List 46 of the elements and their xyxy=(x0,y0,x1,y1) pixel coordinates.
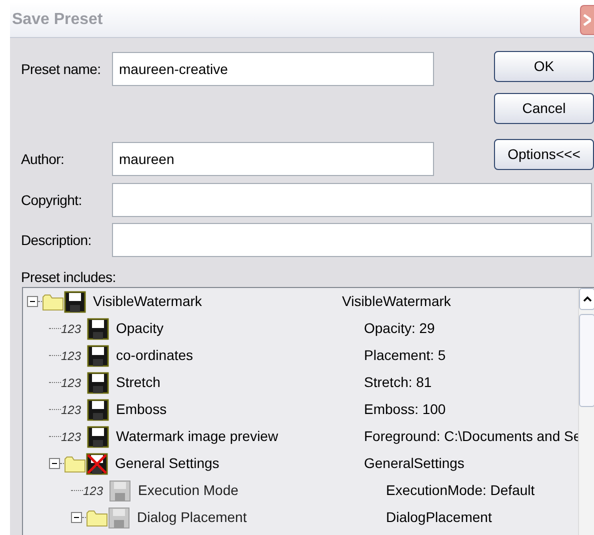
crossed-disk-icon[interactable] xyxy=(86,452,108,474)
scroll-up-button[interactable] xyxy=(579,288,594,310)
dialog-button[interactable]: Options<<< xyxy=(494,139,594,170)
input-field[interactable]: maureen xyxy=(112,142,434,176)
dialog-button[interactable]: Cancel xyxy=(494,93,594,124)
close-icon xyxy=(581,12,591,26)
close-button[interactable] xyxy=(580,4,594,34)
tree-item-value: Stretch: 81 xyxy=(364,373,432,392)
tree-item-value: Opacity: 29 xyxy=(364,319,435,338)
tree-item-value: DialogPlacement xyxy=(386,508,492,527)
tree-item-value: VisibleWatermark xyxy=(342,292,451,311)
tree-item-value: ExecutionMode: Default xyxy=(386,481,535,500)
tree-label: Preset includes: xyxy=(21,269,116,285)
field-label: Copyright: xyxy=(20,190,83,210)
input-field[interactable] xyxy=(112,183,592,217)
type-label: 123 xyxy=(61,374,82,392)
input-field[interactable]: maureen-creative xyxy=(112,52,434,86)
caret-up-icon xyxy=(582,296,592,302)
type-label: 123 xyxy=(83,482,104,500)
tree-item-name[interactable]: co-ordinates xyxy=(116,345,194,366)
tree-item-value: GeneralSettings xyxy=(364,454,464,473)
tree-item-value: Placement: 5 xyxy=(364,346,446,365)
collapse-icon[interactable] xyxy=(27,296,38,307)
scroll-thumb[interactable] xyxy=(579,314,594,407)
window-title: Save Preset xyxy=(11,10,103,30)
type-label: 123 xyxy=(61,428,82,446)
field-label: Preset name: xyxy=(20,60,102,78)
scrollbar[interactable] xyxy=(578,288,594,535)
folder-icon xyxy=(42,292,64,310)
type-label: 123 xyxy=(61,320,82,338)
tree-item-value: Emboss: 100 xyxy=(364,400,446,419)
type-label: 123 xyxy=(61,402,82,418)
tree-item-name[interactable]: Stretch xyxy=(116,372,160,393)
input-field[interactable] xyxy=(112,223,592,257)
type-label: 123 xyxy=(61,348,82,364)
tree-item-name[interactable]: General Settings xyxy=(115,453,220,474)
tree-item-name[interactable]: Opacity xyxy=(116,318,164,339)
folder-icon xyxy=(64,454,86,472)
tree-item-name[interactable]: Watermark image preview xyxy=(116,426,278,447)
collapse-icon[interactable] xyxy=(49,458,60,469)
tree-item-name[interactable]: VisibleWatermark xyxy=(93,291,202,312)
folder-icon xyxy=(86,508,108,526)
field-label: Description: xyxy=(20,230,92,250)
field-label: Author: xyxy=(20,150,66,168)
dialog-button[interactable]: OK xyxy=(494,51,594,82)
tree-item-name[interactable]: Emboss xyxy=(116,399,167,420)
